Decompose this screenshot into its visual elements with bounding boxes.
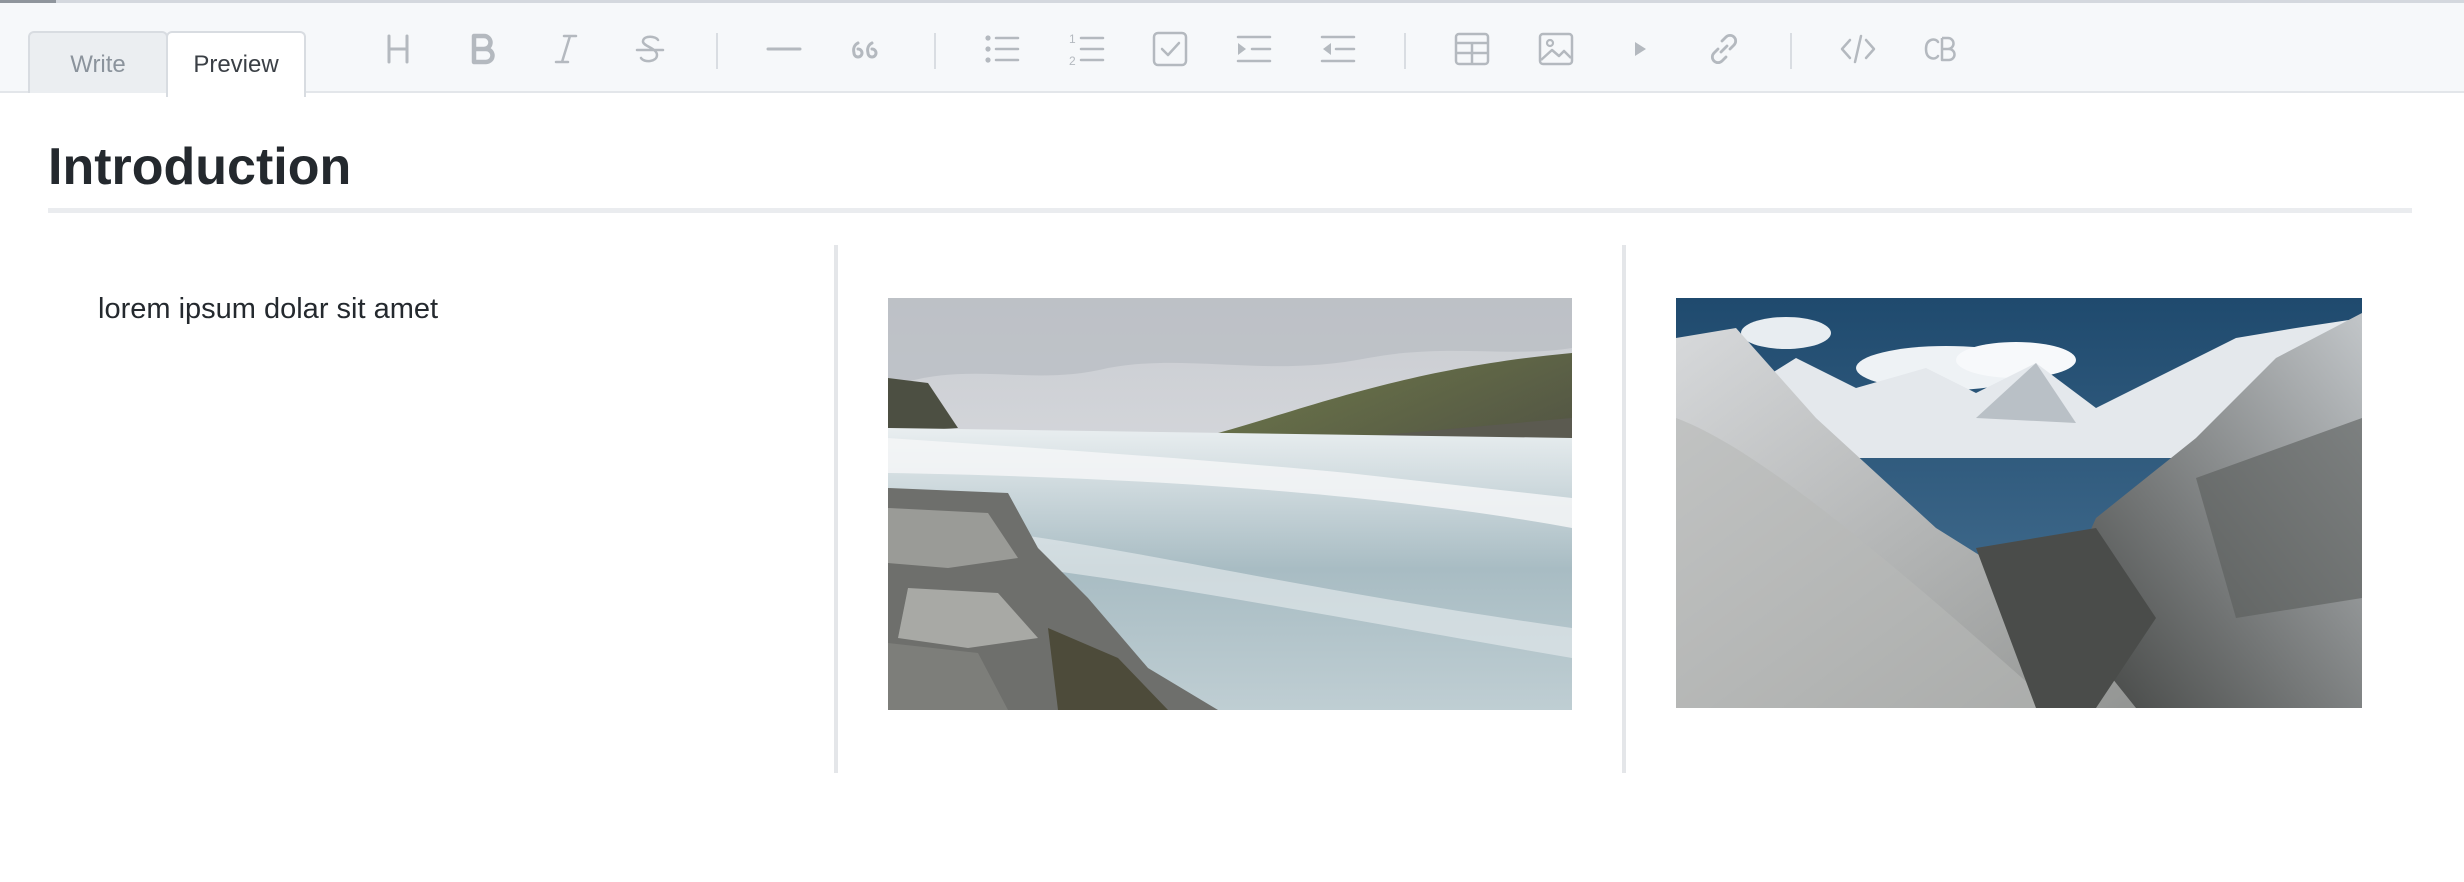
bold-icon[interactable] <box>458 25 506 73</box>
horizontal-rule-icon[interactable] <box>760 25 808 73</box>
table-icon[interactable] <box>1448 25 1496 73</box>
strikethrough-icon[interactable] <box>626 25 674 73</box>
tab-write[interactable]: Write <box>28 31 168 95</box>
video-play-icon[interactable] <box>1616 25 1664 73</box>
italic-icon[interactable] <box>542 25 590 73</box>
numbered-list-icon[interactable]: 12 <box>1062 25 1110 73</box>
waterfall-photo <box>888 298 1572 710</box>
toolbar-separator <box>934 33 936 69</box>
column-divider <box>1622 245 1626 773</box>
heading-underline <box>48 208 2412 213</box>
svg-text:2: 2 <box>1069 54 1076 68</box>
image-icon[interactable] <box>1532 25 1580 73</box>
toolbar-separator <box>1790 33 1792 69</box>
paragraph-text: lorem ipsum dolar sit amet <box>98 293 439 325</box>
document-heading: Introduction <box>48 138 352 196</box>
quote-icon[interactable] <box>844 25 892 73</box>
svg-text:1: 1 <box>1069 32 1076 46</box>
code-block-icon[interactable] <box>1916 25 1964 73</box>
indent-icon[interactable] <box>1230 25 1278 73</box>
editor-toolbar: Write Preview 12 <box>0 3 2464 97</box>
toolbar-separator <box>716 33 718 69</box>
outdent-icon[interactable] <box>1314 25 1362 73</box>
heading-icon[interactable] <box>374 25 422 73</box>
bulleted-list-icon[interactable] <box>978 25 1026 73</box>
checklist-icon[interactable] <box>1146 25 1194 73</box>
code-icon[interactable] <box>1834 25 1882 73</box>
toolbar-separator <box>1404 33 1406 69</box>
tab-preview[interactable]: Preview <box>166 31 306 97</box>
preview-pane: Introduction lorem ipsum dolar sit amet <box>0 93 2464 882</box>
mountain-photo <box>1676 298 2362 708</box>
link-icon[interactable] <box>1700 25 1748 73</box>
column-divider <box>834 245 838 773</box>
